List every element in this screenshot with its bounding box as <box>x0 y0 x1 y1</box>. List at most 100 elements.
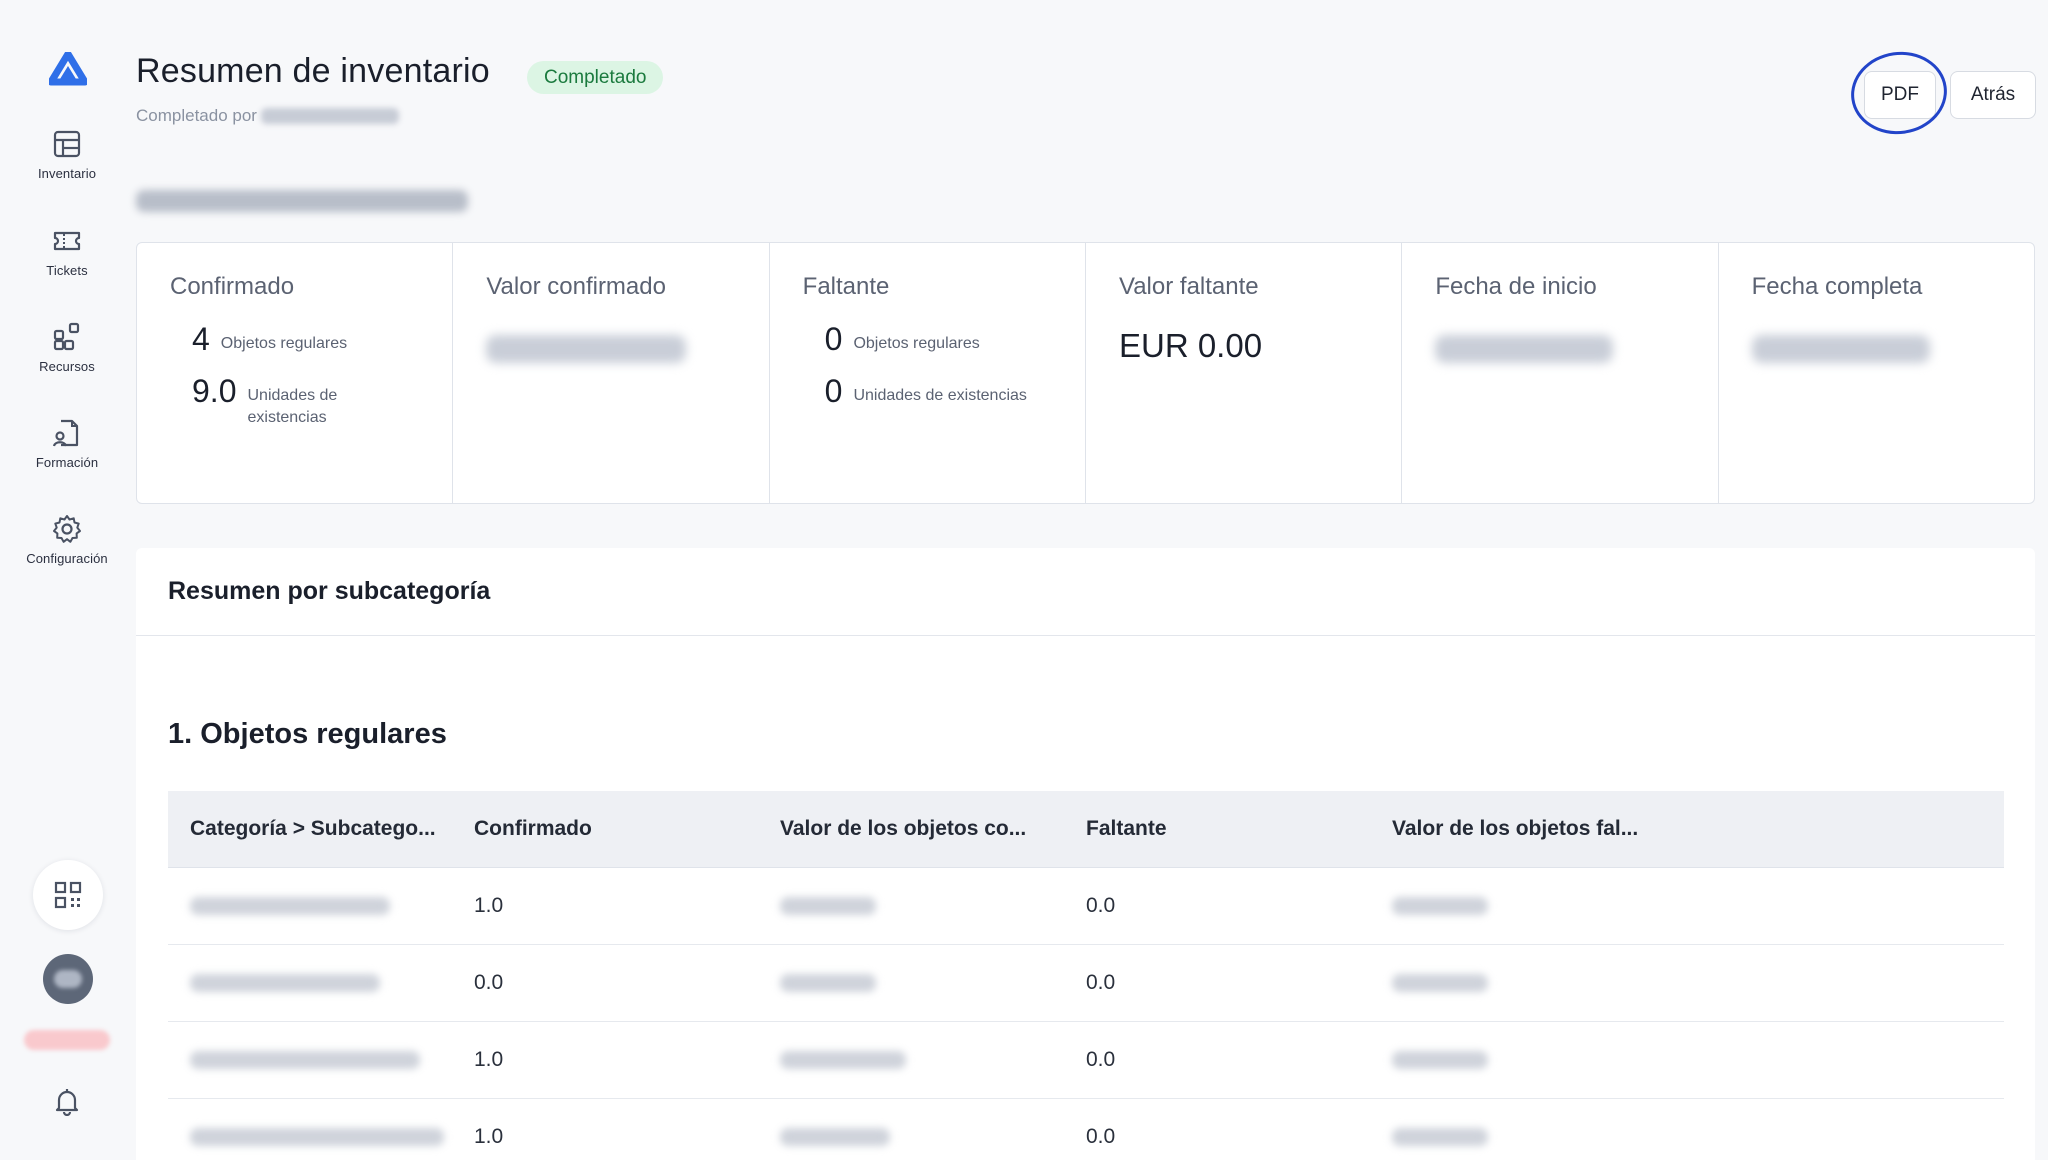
sidebar-item-label: Configuración <box>26 551 108 566</box>
blurred-status-pill <box>24 1030 110 1050</box>
summary-stats: Confirmado 4 Objetos regulares 9.0 Unida… <box>136 242 2035 504</box>
cell-missing: 0.0 <box>1086 1048 1116 1071</box>
stat-missing: Faltante 0 Objetos regulares 0 Unidades … <box>770 243 1086 503</box>
sidebar-item-label: Inventario <box>37 166 97 181</box>
cell-missing: 0.0 <box>1086 971 1116 994</box>
blurred-value <box>1392 1128 1488 1146</box>
stat-number: 9.0 <box>192 373 237 409</box>
column-header-missing[interactable]: Faltante <box>1086 817 1392 841</box>
cell-missing-value <box>1392 1128 1692 1146</box>
resources-icon <box>53 322 80 351</box>
cell-confirmed: 0.0 <box>474 971 504 994</box>
cell-missing-value <box>1392 1051 1692 1069</box>
stat-title: Confirmado <box>170 273 295 300</box>
section-title: 1. Objetos regulares <box>168 718 447 750</box>
stat-start-date: Fecha de inicio <box>1402 243 1719 503</box>
stat-number: 4 <box>192 321 210 357</box>
cell-missing-value <box>1392 974 1692 992</box>
blurred-inventory-subtitle <box>136 190 468 212</box>
table-header: Categoría > Subcatego... Confirmado Valo… <box>168 791 2004 868</box>
cell-category <box>168 897 474 915</box>
column-header-category[interactable]: Categoría > Subcatego... <box>168 817 474 841</box>
stat-unit: Objetos regulares <box>220 335 348 352</box>
sidebar: Inventario Tickets Recursos Formación Co… <box>0 0 134 1160</box>
qr-code-icon <box>54 881 82 909</box>
sidebar-item-label: Recursos <box>39 359 95 374</box>
stat-title: Valor faltante <box>1118 273 1259 300</box>
stat-number: 0 <box>824 373 843 409</box>
avatar[interactable] <box>43 954 93 1004</box>
table-row[interactable]: 1.0 0.0 <box>168 1022 2004 1099</box>
cell-confirmed-value <box>780 1051 1086 1069</box>
cell-category <box>168 974 474 992</box>
app-logo-icon[interactable] <box>49 52 87 86</box>
sidebar-item-formacion[interactable]: Formación <box>0 417 134 470</box>
blurred-value <box>1392 974 1488 992</box>
stat-title: Valor confirmado <box>486 273 666 300</box>
stat-value: EUR 0.00 <box>1118 327 1263 364</box>
cell-missing: 0.0 <box>1086 1125 1116 1148</box>
blurred-date <box>1435 335 1614 363</box>
qr-code-button[interactable] <box>33 860 103 930</box>
stat-confirmed-value: Valor confirmado <box>453 243 770 503</box>
blurred-value <box>780 1128 890 1146</box>
stat-confirmed: Confirmado 4 Objetos regulares 9.0 Unida… <box>137 243 454 503</box>
table-icon <box>53 130 81 158</box>
stat-end-date: Fecha completa <box>1719 243 2034 503</box>
stat-row-regular: 4 Objetos regulares <box>192 321 452 357</box>
table-row[interactable]: 0.0 0.0 <box>168 945 2004 1022</box>
cell-category <box>168 1128 474 1146</box>
stat-row-stock: 0 Unidades de existencias <box>825 373 1085 409</box>
status-badge: Completado <box>527 61 664 94</box>
blurred-category <box>190 974 380 992</box>
blurred-value <box>486 335 687 363</box>
column-header-confirmed[interactable]: Confirmado <box>474 817 780 841</box>
avatar-blurred-image <box>54 970 82 988</box>
cell-confirmed: 1.0 <box>474 1048 504 1071</box>
table-row[interactable]: 1.0 0.0 <box>168 1099 2004 1160</box>
blurred-value <box>780 897 876 915</box>
completed-by: Completado por <box>136 106 399 126</box>
bell-icon[interactable] <box>52 1086 82 1116</box>
cell-missing: 0.0 <box>1086 894 1116 917</box>
subcategory-summary-panel: Resumen por subcategoría 1. Objetos regu… <box>136 548 2035 1160</box>
stat-row-regular: 0 Objetos regulares <box>825 321 1085 357</box>
table-row[interactable]: 1.0 0.0 <box>168 868 2004 945</box>
stat-missing-value: Valor faltante EUR 0.00 <box>1086 243 1403 503</box>
blurred-category <box>190 1128 444 1146</box>
stat-unit: Unidades de existencias <box>853 387 1027 404</box>
stat-unit: Objetos regulares <box>853 335 980 352</box>
sidebar-item-configuracion[interactable]: Configuración <box>0 513 134 566</box>
sidebar-item-label: Formación <box>35 455 99 470</box>
stat-row-stock: 9.0 Unidades de existencias <box>192 373 452 429</box>
sidebar-item-label: Tickets <box>46 263 88 278</box>
blurred-category <box>190 1051 420 1069</box>
cell-confirmed-value <box>780 974 1086 992</box>
sidebar-item-tickets[interactable]: Tickets <box>0 225 134 278</box>
cell-confirmed-value <box>780 1128 1086 1146</box>
blurred-date <box>1751 335 1930 363</box>
blurred-value <box>1392 897 1488 915</box>
back-button[interactable]: Atrás <box>1950 71 2036 119</box>
cell-confirmed-value <box>780 897 1086 915</box>
page-title: Resumen de inventario <box>136 52 490 90</box>
blurred-value <box>780 1051 906 1069</box>
blurred-value <box>780 974 876 992</box>
column-header-missing-value[interactable]: Valor de los objetos fal... <box>1392 817 1692 841</box>
ticket-icon <box>53 231 81 251</box>
blurred-category <box>190 897 390 915</box>
sidebar-item-recursos[interactable]: Recursos <box>0 321 134 374</box>
stat-title: Fecha de inicio <box>1435 273 1597 300</box>
column-header-confirmed-value[interactable]: Valor de los objetos co... <box>780 817 1086 841</box>
cell-confirmed: 1.0 <box>474 894 504 917</box>
stat-title: Fecha completa <box>1751 273 1923 300</box>
cell-confirmed: 1.0 <box>474 1125 504 1148</box>
sidebar-item-inventario[interactable]: Inventario <box>0 128 134 181</box>
stat-number: 0 <box>824 321 843 357</box>
panel-title: Resumen por subcategoría <box>136 548 2035 636</box>
blurred-value <box>1392 1051 1488 1069</box>
blurred-user-name <box>260 108 399 124</box>
cell-category <box>168 1051 474 1069</box>
cell-missing-value <box>1392 897 1692 915</box>
pdf-button[interactable]: PDF <box>1864 71 1936 119</box>
